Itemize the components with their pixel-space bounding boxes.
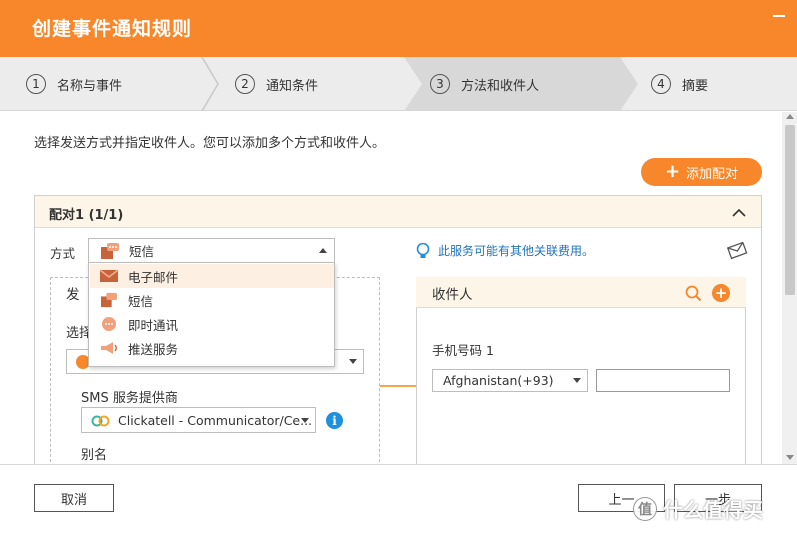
chevron-down-icon bbox=[573, 378, 581, 383]
method-option-im[interactable]: 即时通讯 bbox=[90, 312, 334, 336]
info-icon[interactable]: i bbox=[326, 412, 343, 429]
method-selected-value: 短信 bbox=[129, 244, 155, 259]
watermark-text: 什么值得买 bbox=[663, 498, 763, 522]
step-conditions: 2 通知条件 bbox=[235, 57, 318, 111]
step-label: 方法和收件人 bbox=[461, 78, 540, 94]
step-summary: 4 摘要 bbox=[651, 57, 708, 111]
envelope-icon[interactable] bbox=[726, 240, 748, 260]
step-label: 通知条件 bbox=[266, 78, 319, 94]
country-code-select[interactable]: Afghanistan(+93) bbox=[432, 369, 588, 392]
pair-title: 配对1 (1/1) bbox=[49, 208, 124, 223]
fee-notice-text: 此服务可能有其他关联费用。 bbox=[438, 244, 595, 258]
country-code-value: Afghanistan(+93) bbox=[443, 373, 554, 388]
option-label: 推送服务 bbox=[128, 341, 179, 357]
chat-icon bbox=[102, 317, 116, 331]
intro-text: 选择发送方式并指定收件人。您可以添加多个方式和收件人。 bbox=[34, 136, 386, 151]
caret-up-icon bbox=[319, 248, 327, 253]
recipient-title: 收件人 bbox=[432, 287, 473, 303]
option-label: 短信 bbox=[128, 293, 154, 309]
bulb-icon bbox=[416, 242, 430, 258]
sms-icon bbox=[101, 242, 119, 259]
method-option-push[interactable]: 推送服务 bbox=[90, 336, 334, 360]
watermark-logo: 值 bbox=[633, 496, 657, 521]
clickatell-logo-icon bbox=[91, 415, 110, 427]
step-separator-icon bbox=[200, 56, 220, 112]
method-dropdown: 电子邮件 短信 即时通讯 推送服务 bbox=[88, 262, 335, 367]
sms-provider-label: SMS 服务提供商 bbox=[81, 391, 178, 406]
method-option-sms[interactable]: 短信 bbox=[90, 288, 334, 312]
sms-icon bbox=[101, 292, 117, 308]
step-label: 名称与事件 bbox=[57, 78, 123, 94]
method-option-email[interactable]: 电子邮件 bbox=[90, 264, 334, 288]
connector-line bbox=[380, 385, 417, 387]
step-number: 4 bbox=[651, 74, 671, 94]
sms-provider-select[interactable]: Clickatell - Communicator/Ce... bbox=[81, 407, 316, 433]
fee-notice: 此服务可能有其他关联费用。 bbox=[416, 242, 594, 259]
sms-provider-value: Clickatell - Communicator/Ce... bbox=[118, 412, 313, 428]
add-pair-label: 添加配对 bbox=[686, 166, 739, 182]
step-name-event: 1 名称与事件 bbox=[26, 57, 122, 111]
option-label: 电子邮件 bbox=[128, 269, 179, 285]
scroll-down-icon[interactable] bbox=[786, 455, 794, 460]
add-pair-button[interactable]: + 添加配对 bbox=[641, 158, 762, 186]
phone-label: 手机号码 1 bbox=[432, 343, 494, 358]
step-number: 1 bbox=[26, 74, 46, 94]
method-label: 方式 bbox=[50, 246, 76, 261]
cancel-button[interactable]: 取消 bbox=[34, 484, 114, 512]
chevron-down-icon bbox=[301, 418, 309, 423]
title-bar: 创建事件通知规则 bbox=[0, 0, 797, 57]
phone-number-input[interactable] bbox=[596, 369, 730, 392]
minimize-icon[interactable] bbox=[768, 4, 790, 26]
chevron-down-icon bbox=[349, 359, 357, 364]
wizard-steps: 1 名称与事件 2 通知条件 3 方法和收件人 4 摘要 bbox=[0, 56, 797, 112]
search-user-icon[interactable] bbox=[684, 284, 702, 302]
sender-title: 发 bbox=[66, 287, 80, 303]
step-number: 3 bbox=[430, 74, 450, 94]
scroll-up-icon[interactable] bbox=[786, 114, 794, 119]
pair-header[interactable]: 配对1 (1/1) bbox=[35, 196, 761, 228]
scrollbar-thumb[interactable] bbox=[785, 125, 795, 295]
alias-label: 别名 bbox=[81, 448, 108, 463]
chevron-up-icon[interactable] bbox=[731, 205, 747, 221]
method-select[interactable]: 短信 bbox=[88, 238, 335, 263]
plus-icon: + bbox=[664, 161, 681, 182]
email-icon bbox=[99, 269, 119, 282]
step-number: 2 bbox=[235, 74, 255, 94]
plus-circle-icon[interactable]: + bbox=[712, 284, 730, 302]
step-label: 摘要 bbox=[682, 78, 709, 94]
megaphone-icon bbox=[101, 342, 117, 354]
window-title: 创建事件通知规则 bbox=[32, 18, 193, 40]
watermark: 值 什么值得买 bbox=[633, 494, 763, 523]
option-label: 即时通讯 bbox=[128, 317, 179, 333]
step-method-recipients: 3 方法和收件人 bbox=[430, 57, 539, 111]
